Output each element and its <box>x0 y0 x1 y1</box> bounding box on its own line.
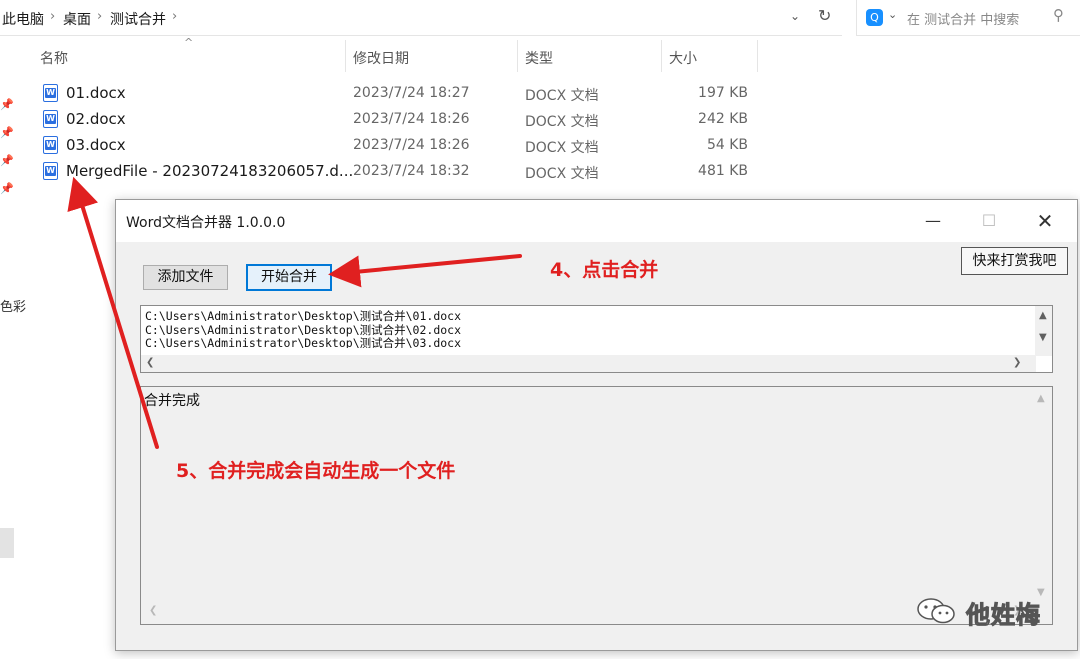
word-doc-icon <box>43 136 58 154</box>
nav-item-selected[interactable] <box>0 528 14 558</box>
address-bar[interactable]: 此电脑 › 桌面 › 测试合并 › ⌄ ↻ <box>0 0 842 36</box>
column-divider[interactable] <box>345 40 346 72</box>
scroll-down-arrow-icon[interactable]: ▼ <box>1039 332 1047 343</box>
scroll-right-arrow-icon[interactable]: ❯ <box>1013 357 1021 368</box>
file-size: 481 KB <box>698 163 748 179</box>
file-type: DOCX 文档 <box>525 88 599 104</box>
file-list-item: C:\Users\Administrator\Desktop\测试合并\02.d… <box>145 322 462 337</box>
file-type: DOCX 文档 <box>525 166 599 182</box>
annotation-step-5: 5、合并完成会自动生成一个文件 <box>176 460 456 482</box>
file-size: 197 KB <box>698 85 748 101</box>
column-header-name[interactable]: 名称 <box>40 48 68 68</box>
scroll-up-arrow-icon[interactable]: ▲ <box>1039 310 1047 321</box>
file-name: 01.docx <box>66 84 126 102</box>
file-size: 54 KB <box>706 137 748 153</box>
file-row[interactable]: 01.docx 2023/7/24 18:27 DOCX 文档 197 KB <box>40 81 760 107</box>
column-divider[interactable] <box>757 40 758 72</box>
breadcrumb-this-pc[interactable]: 此电脑 <box>2 9 44 29</box>
breadcrumb-desktop[interactable]: 桌面 <box>63 9 91 29</box>
scroll-left-arrow-icon[interactable]: ❮ <box>146 357 154 368</box>
file-date: 2023/7/24 18:27 <box>353 85 470 101</box>
log-text: 合并完成 <box>144 393 200 409</box>
sort-ascending-icon: ^ <box>184 36 194 49</box>
maximize-icon[interactable]: ☐ <box>969 208 1009 234</box>
file-list-text: C:\Users\Administrator\Desktop\测试合并\01.d… <box>145 310 1025 348</box>
column-divider[interactable] <box>661 40 662 72</box>
column-divider[interactable] <box>517 40 518 72</box>
file-name: 02.docx <box>66 110 126 128</box>
word-doc-icon <box>43 84 58 102</box>
vertical-scrollbar[interactable]: ▲ ▼ <box>1035 306 1052 356</box>
file-list-item: C:\Users\Administrator\Desktop\测试合并\03.d… <box>145 336 462 348</box>
pin-icon: 📌 <box>0 182 14 195</box>
close-icon[interactable]: ✕ <box>1025 208 1065 234</box>
tip-button[interactable]: 快来打赏我吧 <box>961 247 1068 275</box>
minimize-icon[interactable]: — <box>913 208 953 234</box>
file-list-box[interactable]: C:\Users\Administrator\Desktop\测试合并\01.d… <box>140 305 1053 373</box>
start-merge-button[interactable]: 开始合并 <box>246 264 332 291</box>
pin-icon: 📌 <box>0 98 14 111</box>
column-header-type[interactable]: 类型 <box>525 48 553 68</box>
pin-icon: 📌 <box>0 154 14 167</box>
window-titlebar[interactable]: Word文档合并器 1.0.0.0 — ☐ ✕ <box>116 200 1077 242</box>
file-date: 2023/7/24 18:26 <box>353 111 470 127</box>
wechat-icon <box>917 598 955 624</box>
search-input[interactable]: 在 测试合并 中搜索 <box>907 9 1019 28</box>
nav-item-label-partial[interactable]: 色彩 <box>0 296 26 315</box>
scroll-left-arrow-icon[interactable]: ❮ <box>149 605 157 616</box>
search-icon[interactable]: ⚲ <box>1053 6 1064 24</box>
file-type: DOCX 文档 <box>525 114 599 130</box>
watermark: 他姓梅 <box>916 591 1056 631</box>
log-output-box[interactable]: 合并完成 ▲ ▼ ❮ ❯ <box>140 386 1053 625</box>
file-size: 242 KB <box>698 111 748 127</box>
file-date: 2023/7/24 18:26 <box>353 137 470 153</box>
word-doc-icon <box>43 162 58 180</box>
file-row[interactable]: 03.docx 2023/7/24 18:26 DOCX 文档 54 KB <box>40 133 760 159</box>
window-title: Word文档合并器 1.0.0.0 <box>126 215 286 231</box>
file-row[interactable]: MergedFile - 20230724183206057.d... 2023… <box>40 159 760 185</box>
pin-icon: 📌 <box>0 126 14 139</box>
watermark-text: 他姓梅 <box>966 601 1041 630</box>
file-list-item: C:\Users\Administrator\Desktop\测试合并\01.d… <box>145 310 462 323</box>
chevron-down-icon[interactable]: ⌄ <box>888 8 897 21</box>
search-provider-icon[interactable]: Q <box>866 9 883 26</box>
breadcrumb-test-merge[interactable]: 测试合并 <box>110 9 166 29</box>
address-history-chevron-icon[interactable]: ⌄ <box>790 9 800 23</box>
column-header-date[interactable]: 修改日期 <box>353 48 409 68</box>
search-box[interactable]: Q ⌄ 在 测试合并 中搜索 ⚲ <box>856 0 1080 36</box>
scroll-up-arrow-icon[interactable]: ▲ <box>1037 393 1045 404</box>
file-row[interactable]: 02.docx 2023/7/24 18:26 DOCX 文档 242 KB <box>40 107 760 133</box>
word-doc-icon <box>43 110 58 128</box>
file-type: DOCX 文档 <box>525 140 599 156</box>
file-date: 2023/7/24 18:32 <box>353 163 470 179</box>
file-name: MergedFile - 20230724183206057.d... <box>66 162 354 180</box>
add-file-button[interactable]: 添加文件 <box>143 265 228 290</box>
annotation-step-4: 4、点击合并 <box>550 259 659 281</box>
breadcrumb-separator: › <box>50 9 56 24</box>
file-name: 03.docx <box>66 136 126 154</box>
breadcrumb-separator: › <box>172 9 178 24</box>
breadcrumb-separator: › <box>97 9 103 24</box>
column-header-size[interactable]: 大小 <box>669 48 697 68</box>
horizontal-scrollbar[interactable]: ❮ ❯ <box>141 355 1036 372</box>
refresh-icon[interactable]: ↻ <box>818 6 831 25</box>
